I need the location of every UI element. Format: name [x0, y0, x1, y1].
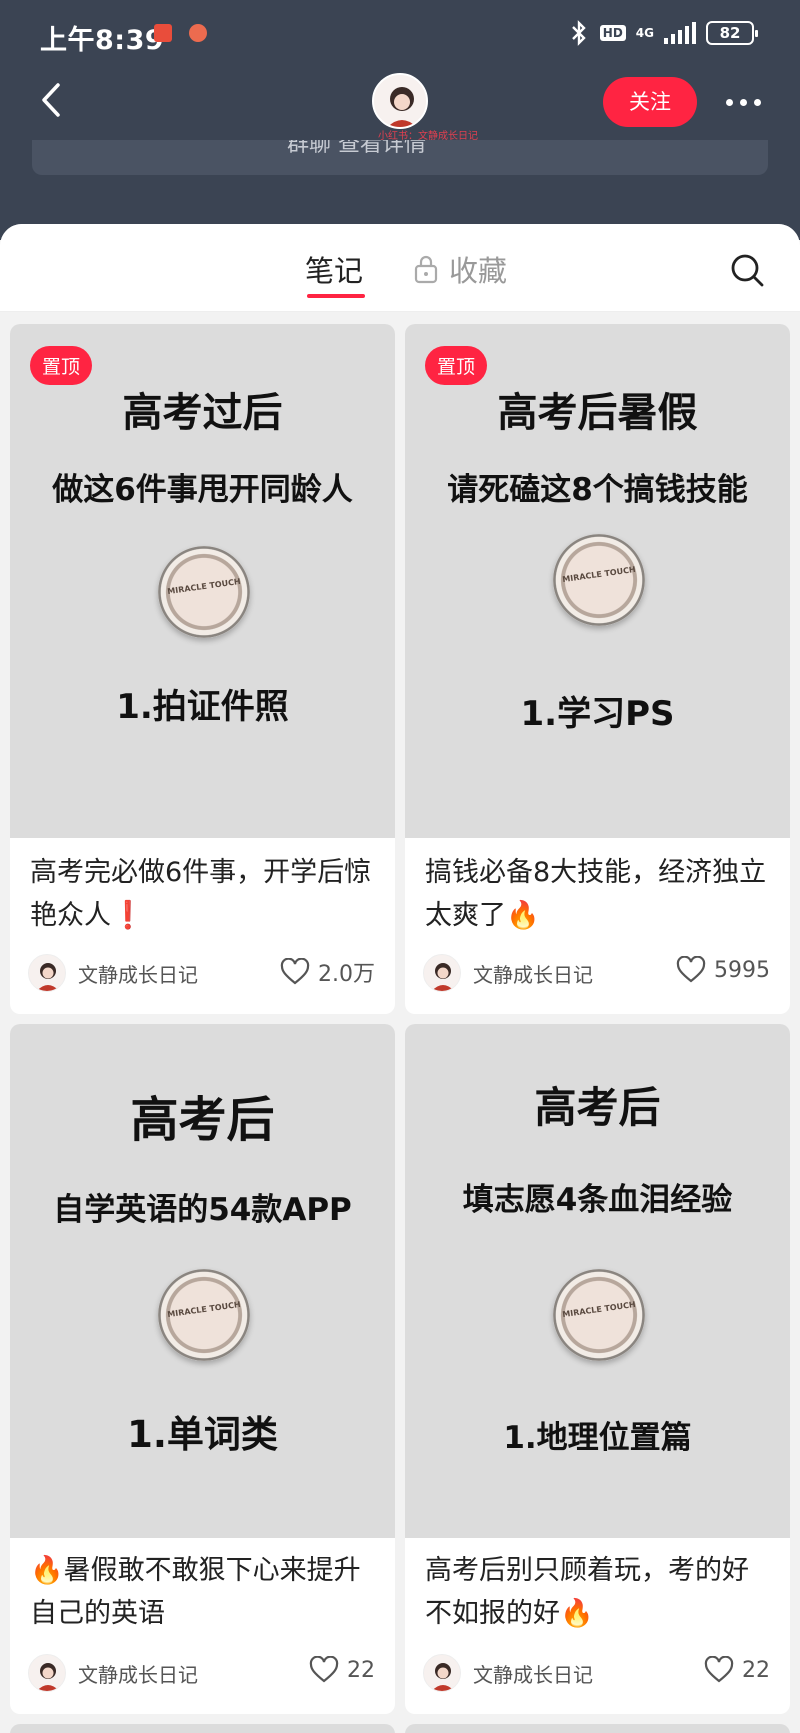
note-card[interactable]: 置顶 高考后暑假 请死磕这8个搞钱技能 MIRACLE TOUCH 1.学习PS…: [405, 324, 790, 1014]
note-author[interactable]: 文静成长日记: [28, 1654, 198, 1692]
like-count: 22: [742, 1657, 770, 1683]
profile-avatar[interactable]: [372, 73, 428, 129]
author-avatar: [423, 954, 461, 992]
battery-icon: 82: [706, 21, 758, 45]
like-button[interactable]: 22: [309, 1656, 375, 1684]
profile-header: 上午8:39 HD 4G 82 小红书：文静成长日记 关注 群聊 查看详情: [0, 0, 800, 240]
notification-app-icon: [154, 24, 172, 42]
note-card[interactable]: 高考后 自学英语的54款APP MIRACLE TOUCH 1.单词类 🔥暑假敢…: [10, 1024, 395, 1714]
product-label: MIRACLE TOUCH: [166, 1299, 242, 1320]
author-name: 文静成长日记: [473, 1662, 593, 1687]
back-icon: [42, 83, 60, 117]
cover-step: 1.拍证件照: [116, 687, 289, 727]
product-image: MIRACLE TOUCH: [158, 1269, 250, 1361]
note-cover: 置顶 高考后暑假 请死磕这8个搞钱技能 MIRACLE TOUCH 1.学习PS: [405, 324, 790, 838]
network-type: 4G: [635, 26, 654, 40]
product-image: MIRACLE TOUCH: [553, 1269, 645, 1361]
cover-subtitle: 自学英语的54款APP: [53, 1192, 352, 1228]
note-title: 搞钱必备8大技能，经济独立太爽了🔥: [425, 857, 767, 931]
like-count: 5995: [714, 957, 770, 983]
note-title: 高考后别只顾着玩，考的好不如报的好🔥: [425, 1555, 749, 1629]
follow-button[interactable]: 关注: [603, 77, 697, 127]
like-button[interactable]: 2.0万: [280, 956, 375, 988]
note-cover: 高考后 自学英语的54款APP MIRACLE TOUCH 1.单词类: [10, 1024, 395, 1538]
like-count: 2.0万: [318, 962, 375, 987]
cover-title: 高考后: [130, 1092, 275, 1148]
avatar-image: [374, 75, 426, 127]
heart-icon: [280, 958, 310, 985]
heart-icon: [704, 1656, 734, 1683]
author-avatar: [423, 1654, 461, 1692]
search-button[interactable]: [727, 250, 767, 290]
like-button[interactable]: 22: [704, 1656, 770, 1684]
author-name: 文静成长日记: [78, 962, 198, 987]
cover-step: 1.学习PS: [520, 694, 675, 734]
cover-step: 1.单词类: [127, 1413, 278, 1456]
bluetooth-icon: [571, 20, 586, 46]
group-chat-strip[interactable]: 群聊 查看详情: [32, 140, 768, 175]
status-time: 上午8:39: [40, 25, 165, 56]
lock-icon: [414, 255, 438, 284]
back-button[interactable]: [30, 75, 80, 125]
note-author[interactable]: 文静成长日记: [423, 954, 593, 992]
signal-icon: [664, 22, 696, 44]
tab-notes[interactable]: 笔记: [305, 248, 363, 290]
notification-app-icon: [189, 24, 207, 42]
tab-favorites[interactable]: 收藏: [413, 248, 507, 290]
more-icon: [725, 98, 733, 106]
status-bar: 上午8:39 HD 4G 82: [0, 0, 800, 70]
author-avatar: [28, 954, 66, 992]
heart-icon: [309, 1656, 339, 1683]
content-panel: 笔记 收藏 置顶 高考过后 做这6件事甩开同龄人 MIRACLE TOUCH 1…: [0, 224, 800, 1733]
tab-active-indicator: [307, 294, 365, 298]
author-name: 文静成长日记: [78, 1662, 198, 1687]
note-author[interactable]: 文静成长日记: [423, 1654, 593, 1692]
heart-icon: [676, 956, 706, 983]
product-label: MIRACLE TOUCH: [166, 576, 242, 597]
like-count: 22: [347, 1657, 375, 1683]
author-avatar: [28, 1654, 66, 1692]
nav-bar: 小红书：文静成长日记 关注: [0, 65, 800, 142]
group-chat-text: 群聊 查看详情: [287, 140, 426, 157]
cover-title: 高考过后: [122, 390, 283, 436]
note-card[interactable]: [10, 1724, 395, 1733]
note-author[interactable]: 文静成长日记: [28, 954, 198, 992]
tab-favorites-label: 收藏: [449, 254, 508, 288]
tab-bar: 笔记 收藏: [0, 224, 800, 312]
note-card[interactable]: [405, 1724, 790, 1733]
note-card[interactable]: 置顶 高考过后 做这6件事甩开同龄人 MIRACLE TOUCH 1.拍证件照 …: [10, 324, 395, 1014]
search-icon: [731, 254, 764, 287]
more-button[interactable]: [718, 77, 768, 127]
cover-title: 高考后: [534, 1083, 661, 1132]
product-image: MIRACLE TOUCH: [553, 534, 645, 626]
like-button[interactable]: 5995: [676, 956, 770, 984]
note-cover: 高考后 填志愿4条血泪经验 MIRACLE TOUCH 1.地理位置篇: [405, 1024, 790, 1538]
note-card[interactable]: 高考后 填志愿4条血泪经验 MIRACLE TOUCH 1.地理位置篇 高考后别…: [405, 1024, 790, 1714]
cover-step: 1.地理位置篇: [503, 1420, 692, 1456]
note-title: 高考完必做6件事，开学后惊艳众人❗: [30, 857, 372, 931]
cover-subtitle: 做这6件事甩开同龄人: [52, 472, 353, 508]
author-name: 文静成长日记: [473, 962, 593, 987]
hd-badge: HD: [599, 25, 626, 41]
cover-subtitle: 请死磕这8个搞钱技能: [447, 472, 748, 508]
battery-level: 82: [719, 24, 741, 42]
product-image: MIRACLE TOUCH: [158, 546, 250, 638]
cover-title: 高考后暑假: [497, 390, 698, 436]
note-cover: 置顶 高考过后 做这6件事甩开同龄人 MIRACLE TOUCH 1.拍证件照: [10, 324, 395, 838]
product-label: MIRACLE TOUCH: [561, 564, 637, 585]
note-title: 🔥暑假敢不敢狠下心来提升自己的英语: [30, 1555, 361, 1629]
cover-subtitle: 填志愿4条血泪经验: [462, 1182, 733, 1218]
product-label: MIRACLE TOUCH: [561, 1299, 637, 1320]
